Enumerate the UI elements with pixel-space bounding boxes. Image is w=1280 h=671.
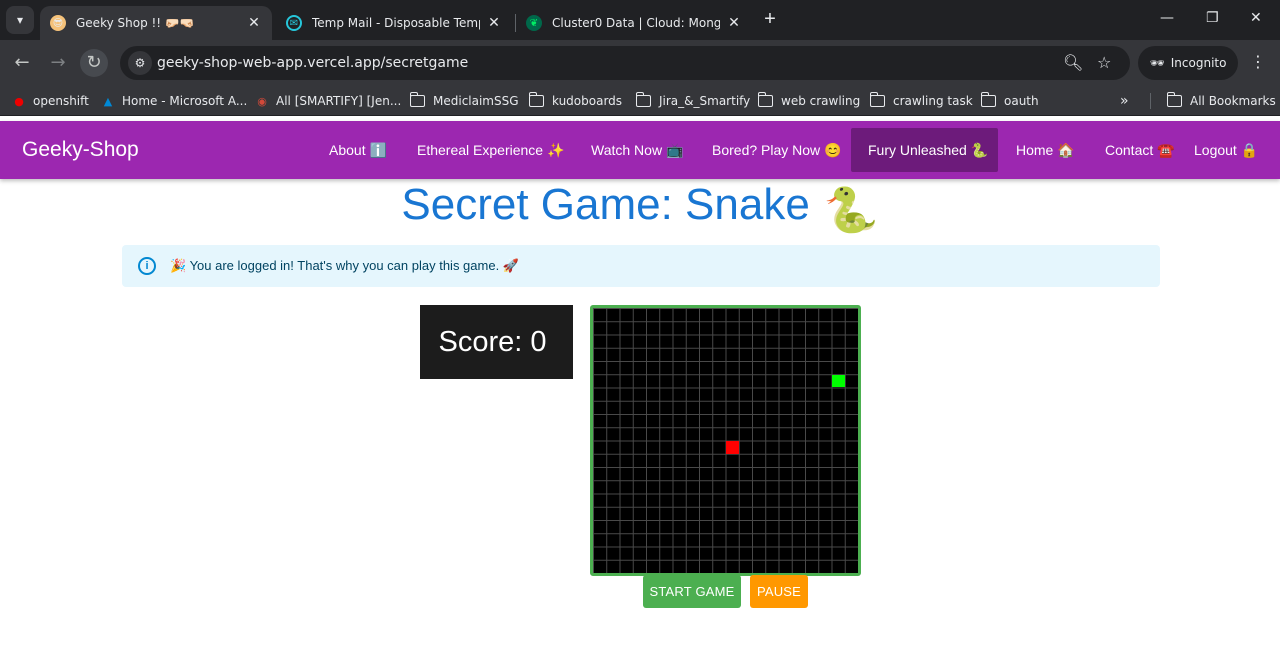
geeky-face-icon: 😎 bbox=[50, 15, 66, 31]
jenkins-icon: ◉ bbox=[257, 94, 267, 108]
brand-logo[interactable]: Geeky-Shop bbox=[22, 138, 139, 162]
snake-segment bbox=[726, 441, 739, 454]
info-icon: i bbox=[138, 257, 156, 275]
bookmark-label: crawling task bbox=[893, 94, 973, 108]
snake-icon: 🐍 bbox=[823, 186, 879, 235]
close-tab-icon[interactable]: ✕ bbox=[246, 15, 262, 31]
pause-button[interactable]: PAUSE bbox=[750, 575, 808, 608]
nav-watch-now[interactable]: Watch Now 📺 bbox=[574, 128, 700, 172]
mongodb-leaf-icon: ❦ bbox=[526, 15, 542, 31]
score-value: 0 bbox=[530, 325, 547, 358]
close-window-icon[interactable]: ✕ bbox=[1250, 10, 1262, 26]
app-navbar: Geeky-Shop About ℹ️ Ethereal Experience … bbox=[0, 121, 1280, 179]
bookmark-folder-mediclaimssg[interactable]: MediclaimSSG bbox=[409, 92, 519, 110]
game-board[interactable] bbox=[590, 305, 861, 576]
tab-geeky-shop[interactable]: 😎 Geeky Shop !! 🤛🏻🤜🏻 ✕ bbox=[40, 6, 272, 40]
more-bookmarks-icon[interactable]: » bbox=[1120, 92, 1129, 110]
bookmark-microsoft-azure[interactable]: ▲ Home - Microsoft A... bbox=[100, 92, 248, 110]
close-tab-icon[interactable]: ✕ bbox=[726, 15, 742, 31]
nav-bored-play-now[interactable]: Bored? Play Now 😊 bbox=[695, 128, 859, 172]
incognito-indicator[interactable]: 🕶︎ Incognito bbox=[1138, 46, 1238, 80]
tempmail-icon: ✉ bbox=[286, 15, 302, 31]
browser-toolbar: ← → ↻ ⚙ geeky-shop-web-app.vercel.app/se… bbox=[0, 40, 1280, 86]
bookmark-label: openshift bbox=[33, 94, 89, 108]
nav-ethereal-experience[interactable]: Ethereal Experience ✨ bbox=[400, 128, 581, 172]
back-icon[interactable]: ← bbox=[8, 49, 36, 77]
tab-search-icon[interactable]: ▾ bbox=[6, 6, 34, 34]
folder-icon bbox=[1166, 92, 1182, 107]
new-tab-button[interactable]: + bbox=[758, 8, 782, 32]
folder-icon bbox=[635, 92, 651, 107]
browser-menu-icon[interactable]: ⋮ bbox=[1250, 52, 1266, 71]
url-text[interactable]: geeky-shop-web-app.vercel.app/secretgame bbox=[157, 55, 468, 71]
tab-temp-mail[interactable]: ✉ Temp Mail - Disposable Tempor ✕ bbox=[276, 6, 512, 40]
address-bar[interactable]: ⚙ geeky-shop-web-app.vercel.app/secretga… bbox=[120, 46, 1130, 80]
nav-fury-unleashed[interactable]: Fury Unleashed 🐍 bbox=[851, 128, 998, 172]
tab-mongodb[interactable]: ❦ Cluster0 Data | Cloud: MongoD ✕ bbox=[516, 6, 752, 40]
incognito-icon: 🕶︎ bbox=[1149, 56, 1165, 70]
openshift-icon: ● bbox=[14, 94, 24, 108]
bookmark-label: MediclaimSSG bbox=[433, 94, 519, 108]
bookmark-folder-web-crawling[interactable]: web crawling bbox=[757, 92, 861, 110]
nav-logout[interactable]: Logout 🔒 bbox=[1177, 128, 1275, 172]
tab-title: Cluster0 Data | Cloud: MongoD bbox=[552, 16, 720, 30]
minimize-icon[interactable]: — bbox=[1160, 10, 1174, 26]
bookmark-folder-jira-smartify[interactable]: Jira_&_Smartify bbox=[635, 92, 751, 110]
bookmark-label: Home - Microsoft A... bbox=[122, 94, 248, 108]
bookmark-star-icon[interactable]: ☆ bbox=[1097, 53, 1111, 72]
close-tab-icon[interactable]: ✕ bbox=[486, 15, 502, 31]
bookmark-label: oauth bbox=[1004, 94, 1039, 108]
all-bookmarks-label: All Bookmarks bbox=[1190, 94, 1276, 108]
forward-icon[interactable]: → bbox=[44, 49, 72, 77]
incognito-label: Incognito bbox=[1170, 56, 1227, 70]
nav-home[interactable]: Home 🏠 bbox=[999, 128, 1092, 172]
score-label: Score: bbox=[438, 325, 523, 358]
folder-icon bbox=[757, 92, 773, 107]
bookmark-label: Jira_&_Smartify bbox=[659, 94, 751, 108]
bookmark-folder-crawling-task[interactable]: crawling task bbox=[869, 92, 973, 110]
folder-icon bbox=[409, 92, 425, 107]
alert-message: 🎉 You are logged in! That's why you can … bbox=[170, 258, 519, 273]
bookmark-jenkins[interactable]: ◉ All [SMARTIFY] [Jen... bbox=[254, 92, 401, 110]
folder-icon bbox=[980, 92, 996, 107]
bookmark-openshift[interactable]: ● openshift bbox=[11, 92, 89, 110]
zoom-icon[interactable]: 🔍︎ bbox=[1063, 53, 1083, 72]
login-info-alert: i 🎉 You are logged in! That's why you ca… bbox=[122, 245, 1160, 287]
bookmark-label: web crawling bbox=[781, 94, 861, 108]
page-title: Secret Game: Snake 🐍 bbox=[0, 180, 1280, 236]
folder-icon bbox=[528, 92, 544, 107]
site-settings-icon[interactable]: ⚙ bbox=[128, 51, 152, 75]
nav-about[interactable]: About ℹ️ bbox=[312, 128, 404, 172]
bookmark-folder-oauth[interactable]: oauth bbox=[980, 92, 1039, 110]
url-host: geeky-shop-web-app.vercel.app bbox=[157, 55, 381, 71]
restore-icon[interactable]: ❐ bbox=[1206, 10, 1219, 26]
tab-title: Temp Mail - Disposable Tempor bbox=[312, 16, 480, 30]
browser-tabstrip: ▾ 😎 Geeky Shop !! 🤛🏻🤜🏻 ✕ ✉ Temp Mail - D… bbox=[0, 0, 1280, 40]
start-game-button[interactable]: START GAME bbox=[643, 575, 741, 608]
bookmarks-divider bbox=[1150, 93, 1151, 109]
reload-icon[interactable]: ↻ bbox=[80, 49, 108, 77]
bookmark-label: All [SMARTIFY] [Jen... bbox=[276, 94, 402, 108]
url-path: /secretgame bbox=[380, 55, 469, 71]
score-display: Score: 0 bbox=[420, 305, 573, 379]
food-cell bbox=[832, 374, 845, 388]
tab-title: Geeky Shop !! 🤛🏻🤜🏻 bbox=[76, 16, 195, 30]
bookmark-folder-kudoboards[interactable]: kudoboards bbox=[528, 92, 623, 110]
all-bookmarks-folder[interactable]: All Bookmarks bbox=[1166, 92, 1276, 110]
azure-icon: ▲ bbox=[103, 94, 113, 108]
page-title-text: Secret Game: Snake bbox=[401, 180, 810, 229]
bookmark-label: kudoboards bbox=[552, 94, 623, 108]
bookmarks-bar: ● openshift ▲ Home - Microsoft A... ◉ Al… bbox=[0, 86, 1280, 116]
folder-icon bbox=[869, 92, 885, 107]
